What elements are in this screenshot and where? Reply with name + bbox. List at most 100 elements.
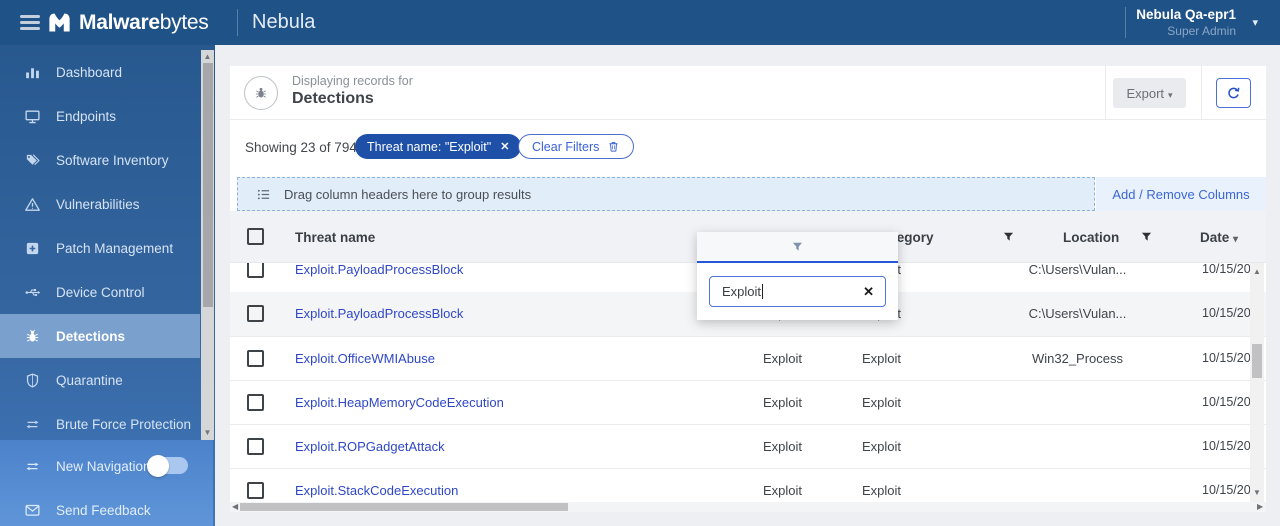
threat-name-link[interactable]: Exploit.ROPGadgetAttack — [295, 439, 445, 454]
account-menu[interactable]: Nebula Qa-epr1 Super Admin — [1136, 7, 1236, 39]
account-role: Super Admin — [1167, 23, 1236, 38]
chevron-down-icon[interactable]: ▾ — [1252, 16, 1258, 29]
date-cell: 10/15/20 — [1202, 351, 1251, 365]
divider — [1105, 66, 1106, 120]
sidebar-item-quarantine[interactable]: Quarantine — [0, 358, 200, 402]
export-button[interactable]: Export ▾ — [1113, 78, 1186, 108]
malwarebytes-logo: Malwarebytes — [46, 9, 209, 36]
divider — [1125, 7, 1126, 38]
bug-icon — [26, 329, 39, 342]
chevron-down-icon: ▾ — [1168, 89, 1173, 100]
usb-icon — [25, 288, 41, 296]
column-header-location[interactable]: Location — [1063, 230, 1119, 245]
type-cell: Exploit — [763, 439, 803, 454]
group-columns-icon — [257, 189, 270, 199]
row-checkbox[interactable] — [247, 482, 264, 499]
column-header-date[interactable]: Date ▾ — [1200, 230, 1238, 245]
threat-name-link[interactable]: Exploit.PayloadProcessBlock — [295, 263, 463, 277]
table-row[interactable]: Exploit.HeapMemoryCodeExecution Exploit … — [230, 380, 1266, 424]
scroll-down-icon[interactable]: ▼ — [1253, 488, 1261, 498]
hamburger-menu-icon[interactable] — [20, 15, 40, 30]
row-checkbox[interactable] — [247, 438, 264, 455]
product-name: Nebula — [252, 11, 316, 33]
filter-funnel-icon-location[interactable] — [1140, 230, 1153, 243]
sidebar-item-device-control[interactable]: Device Control — [0, 270, 200, 314]
scrollbar-thumb[interactable] — [202, 63, 213, 307]
sidebar-item-dashboard[interactable]: Dashboard — [0, 50, 200, 94]
table-row[interactable]: Exploit.ROPGadgetAttack Exploit Exploit … — [230, 424, 1266, 468]
date-cell: 10/15/20 — [1202, 395, 1251, 409]
scroll-right-icon[interactable]: ▶ — [1257, 502, 1263, 512]
group-drop-zone[interactable]: Drag column headers here to group result… — [237, 177, 1095, 211]
select-all-checkbox[interactable] — [247, 228, 264, 245]
toggle-knob — [147, 454, 169, 477]
plus-square-icon — [26, 242, 39, 254]
refresh-button[interactable] — [1216, 78, 1251, 108]
row-checkbox[interactable] — [247, 305, 264, 322]
filter-input[interactable]: Exploit ✕ — [709, 276, 886, 307]
row-checkbox[interactable] — [247, 350, 264, 367]
text-cursor — [762, 284, 764, 299]
envelope-icon — [25, 504, 40, 516]
threat-name-link[interactable]: Exploit.PayloadProcessBlock — [295, 306, 463, 321]
bar-chart-icon — [26, 67, 39, 78]
type-cell: Exploit — [763, 395, 803, 410]
sidebar-item-send-feedback[interactable]: Send Feedback — [0, 492, 213, 526]
scroll-up-icon[interactable]: ▲ — [1253, 267, 1261, 277]
sidebar-item-endpoints[interactable]: Endpoints — [0, 94, 200, 138]
category-cell: Exploit — [862, 351, 902, 366]
filter-funnel-icon[interactable] — [791, 240, 804, 253]
sidebar-item-software-inventory[interactable]: Software Inventory — [0, 138, 200, 182]
date-cell: 10/15/20 — [1202, 483, 1251, 497]
malwarebytes-m-icon — [49, 13, 70, 32]
top-bar: Malwarebytes Nebula Nebula Qa-epr1 Super… — [0, 0, 1280, 45]
card-header: Displaying records for Detections Export… — [230, 66, 1266, 120]
close-icon[interactable]: ✕ — [500, 140, 509, 153]
scroll-up-icon[interactable]: ▲ — [201, 51, 214, 63]
row-checkbox[interactable] — [247, 394, 264, 411]
sidebar-scrollbar[interactable]: ▲ ▼ — [201, 50, 214, 440]
table-row[interactable]: Exploit.StackCodeExecution Exploit Explo… — [230, 468, 1266, 502]
clear-input-icon[interactable]: ✕ — [863, 284, 874, 300]
swap-arrows-icon — [26, 462, 39, 470]
column-header-threat-name[interactable]: Threat name — [295, 230, 375, 245]
new-navigation-toggle[interactable] — [147, 454, 188, 477]
sidebar-item-new-navigation[interactable]: New Navigation — [0, 448, 213, 484]
scroll-down-icon[interactable]: ▼ — [201, 427, 214, 439]
trash-icon — [609, 142, 618, 152]
scrollbar-thumb[interactable] — [240, 503, 568, 511]
sidebar-item-vulnerabilities[interactable]: Vulnerabilities — [0, 182, 200, 226]
table-vertical-scrollbar[interactable]: ▲ ▼ — [1250, 263, 1264, 502]
sidebar-item-patch-management[interactable]: Patch Management — [0, 226, 200, 270]
threat-name-link[interactable]: Exploit.StackCodeExecution — [295, 483, 458, 498]
threat-name-link[interactable]: Exploit.OfficeWMIAbuse — [295, 351, 435, 366]
date-cell: 10/15/20 — [1202, 439, 1251, 453]
scrollbar-thumb[interactable] — [1252, 344, 1262, 378]
table-horizontal-scrollbar[interactable]: ◀ ▶ — [230, 502, 1266, 512]
type-cell: Exploit — [763, 351, 803, 366]
scroll-left-icon[interactable]: ◀ — [232, 502, 238, 512]
filter-popup-body: Exploit ✕ — [697, 263, 898, 320]
category-cell: Exploit — [862, 483, 902, 498]
record-count: Showing 23 of 794. — [245, 140, 361, 155]
page-subtitle: Displaying records for — [292, 74, 413, 88]
warning-triangle-icon — [25, 197, 40, 211]
threat-name-link[interactable]: Exploit.HeapMemoryCodeExecution — [295, 395, 504, 410]
table-row[interactable]: Exploit.OfficeWMIAbuse Exploit Exploit W… — [230, 336, 1266, 380]
sidebar-bottom-section: New Navigation Send Feedback — [0, 440, 213, 526]
date-cell: 10/15/20 — [1202, 306, 1251, 320]
account-name: Nebula Qa-epr1 — [1136, 7, 1236, 22]
filter-chip-threat-name[interactable]: Threat name: "Exploit" ✕ — [355, 134, 522, 159]
date-cell: 10/15/20 — [1202, 263, 1251, 276]
location-cell: Win32_Process — [1031, 351, 1124, 366]
sidebar: Dashboard Endpoints Software Inventory V… — [0, 45, 215, 526]
filter-funnel-icon-category[interactable] — [1002, 230, 1015, 243]
row-checkbox[interactable] — [247, 263, 264, 278]
detections-bug-icon — [244, 76, 278, 110]
location-cell: C:\Users\Vulan... — [1028, 306, 1127, 321]
filter-popup-header — [697, 232, 898, 263]
add-remove-columns-link[interactable]: Add / Remove Columns — [1096, 177, 1266, 211]
page-title: Detections — [292, 90, 374, 107]
clear-filters-button[interactable]: Clear Filters — [518, 134, 635, 159]
sidebar-item-detections[interactable]: Detections — [0, 314, 200, 358]
